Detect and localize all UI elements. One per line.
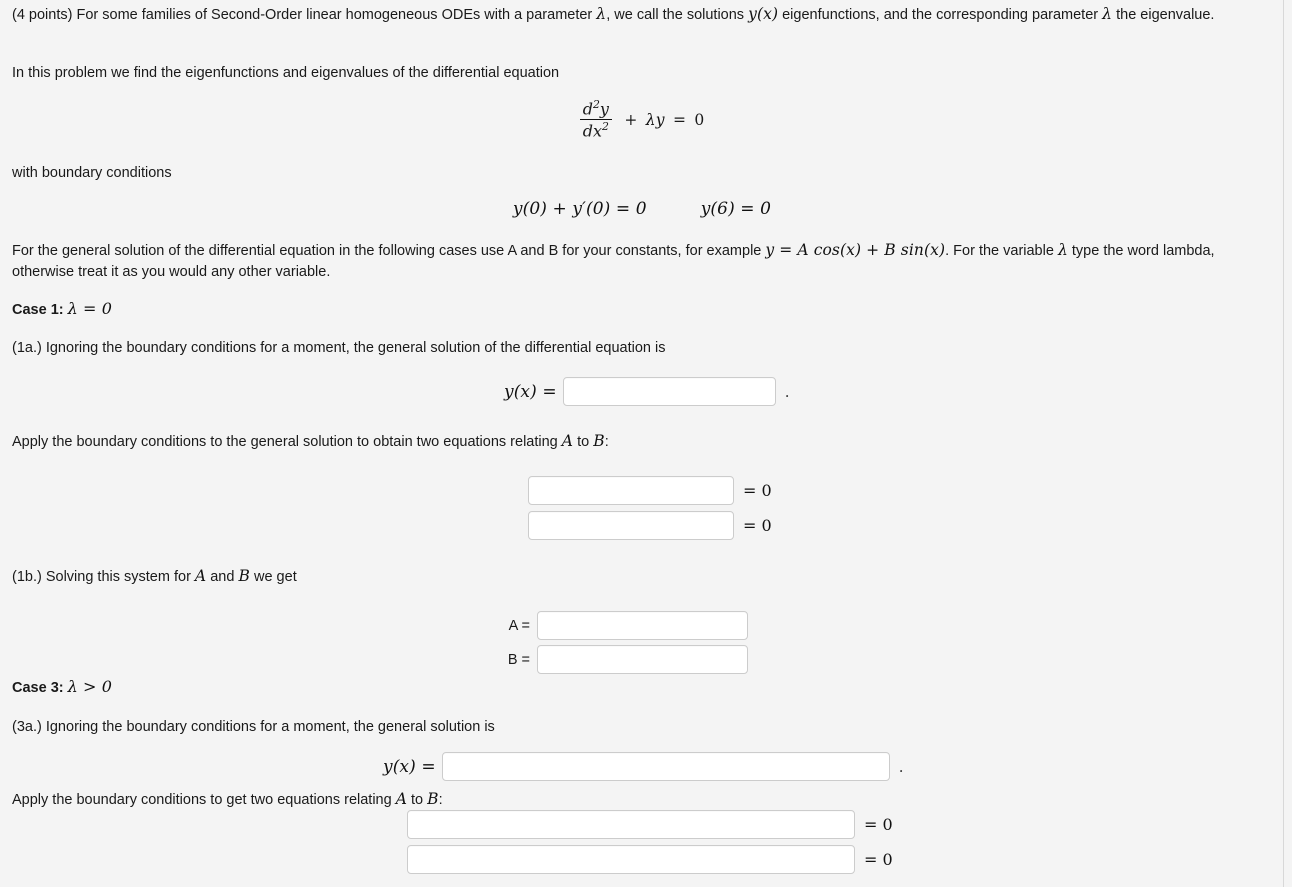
question-3a-yx-label: y(x) = [383, 756, 436, 777]
intro-text-mid2: eigenfunctions, and the corresponding pa… [778, 7, 1103, 23]
case1-constant-b-input[interactable] [537, 645, 748, 674]
instructions-lambda-symbol: λ [1057, 241, 1068, 259]
equation-equals: = [672, 111, 686, 130]
case1-constant-a-row: A = [492, 611, 748, 640]
case-1-heading: Case 1: λ = 0 [12, 299, 112, 318]
case3-equation-2-rhs: = 0 [864, 850, 893, 869]
intro-paragraph: (4 points) For some families of Second-O… [12, 4, 1270, 26]
boundary-conditions-equations: y(0) + y′(0) = 0 y(6) = 0 [0, 199, 1284, 219]
question-1b-A: A [194, 567, 207, 585]
boundary-condition-2: y(6) = 0 [700, 199, 772, 219]
question-1b-end: we get [249, 569, 297, 585]
case3-equation-row-2: = 0 [407, 845, 893, 874]
second-derivative-fraction: d2y dx2 [579, 98, 612, 140]
case1-equation-2-rhs: = 0 [743, 516, 772, 535]
case-3-label: Case 3: [12, 680, 64, 696]
question-3a-text: (3a.) Ignoring the boundary conditions f… [12, 719, 495, 735]
intro-text-prefix: (4 points) For some families of Second-O… [12, 7, 597, 23]
numerator-y: y [599, 99, 609, 119]
boundary-condition-1: y(0) + y′(0) = 0 [512, 199, 647, 219]
question-3a-trailing-period: . [898, 757, 904, 776]
case1-constant-b-row: B = [492, 645, 748, 674]
question-1b-text-a: (1b.) Solving this system for [12, 569, 195, 585]
apply-bc-case3-mid: to [407, 792, 428, 808]
question-1b-mid: and [206, 569, 239, 585]
question-1b-text: (1b.) Solving this system for A and B we… [12, 566, 297, 588]
equation-y: y [655, 111, 665, 130]
question-3a-answer-row: y(x) = . [383, 752, 904, 781]
differential-equation: d2y dx2 + λy = 0 [0, 98, 1284, 141]
apply-bc-case1-A: A [561, 432, 574, 450]
intro-text-mid: , we call the solutions [606, 7, 749, 23]
question-1b-B: B [238, 567, 250, 585]
case-1-label: Case 1: [12, 302, 64, 318]
instructions-paragraph: For the general solution of the differen… [12, 240, 1274, 283]
apply-bc-case1-text: Apply the boundary conditions to the gen… [12, 431, 609, 453]
question-1a-answer-row: y(x) = . [504, 377, 790, 406]
denominator-x: x [592, 121, 603, 141]
intro-yx-symbol: y(x) [748, 5, 779, 23]
fraction-numerator: d2y [579, 98, 612, 121]
question-1a-yx-input[interactable] [562, 377, 776, 406]
denominator-exponent: 2 [602, 120, 609, 134]
instructions-text-a: For the general solution of the differen… [12, 243, 766, 259]
apply-bc-case3-text-a: Apply the boundary conditions to get two… [12, 792, 396, 808]
problem-statement-line: In this problem we find the eigenfunctio… [12, 65, 560, 81]
apply-bc-case3-text: Apply the boundary conditions to get two… [12, 789, 443, 811]
case-3-heading: Case 3: λ > 0 [12, 677, 112, 696]
case1-equation-row-1: = 0 [528, 476, 772, 505]
numerator-exponent: 2 [592, 98, 600, 111]
intro-lambda-symbol-2: λ [1102, 5, 1113, 23]
question-3a-yx-input[interactable] [441, 752, 890, 781]
case-3-condition: λ > 0 [67, 677, 113, 696]
problem-page: (4 points) For some families of Second-O… [0, 0, 1284, 887]
question-1a-yx-label: y(x) = [504, 381, 557, 402]
case1-equation-1-rhs: = 0 [743, 481, 772, 500]
case1-equation-input-2[interactable] [528, 511, 734, 540]
apply-bc-case1-B: B [593, 432, 605, 450]
fraction-denominator: dx2 [580, 120, 612, 140]
case1-constant-b-label: B = [507, 651, 530, 668]
boundary-conditions-label: with boundary conditions [12, 165, 172, 181]
equation-zero: 0 [694, 111, 705, 130]
apply-bc-case3-end: : [438, 792, 443, 808]
instructions-example-equation: y = A cos(x) + B sin(x) [765, 241, 946, 259]
intro-text-end: the eigenvalue. [1112, 7, 1215, 23]
case3-equation-input-1[interactable] [407, 810, 855, 839]
question-1a-text: (1a.) Ignoring the boundary conditions f… [12, 340, 666, 356]
denominator-d: d [582, 121, 593, 141]
case1-equation-row-2: = 0 [528, 511, 772, 540]
instructions-text-b: . For the variable [945, 243, 1058, 259]
apply-bc-case3-A: A [395, 790, 407, 808]
case3-equation-1-rhs: = 0 [864, 815, 893, 834]
apply-bc-case1-mid: to [573, 434, 594, 450]
case-1-condition: λ = 0 [67, 299, 113, 318]
equation-lambda: λ [645, 111, 656, 130]
case1-equation-input-1[interactable] [528, 476, 734, 505]
apply-bc-case3-B: B [427, 790, 439, 808]
equation-plus: + [624, 111, 638, 130]
case3-equation-input-2[interactable] [407, 845, 855, 874]
case1-constant-a-label: A = [508, 617, 530, 634]
apply-bc-case1-end: : [604, 434, 609, 450]
numerator-d: d [582, 99, 593, 119]
question-1a-trailing-period: . [784, 382, 790, 401]
case1-constant-a-input[interactable] [537, 611, 748, 640]
apply-bc-case1-text-a: Apply the boundary conditions to the gen… [12, 434, 562, 450]
intro-lambda-symbol: λ [596, 5, 607, 23]
case3-equation-row-1: = 0 [407, 810, 893, 839]
